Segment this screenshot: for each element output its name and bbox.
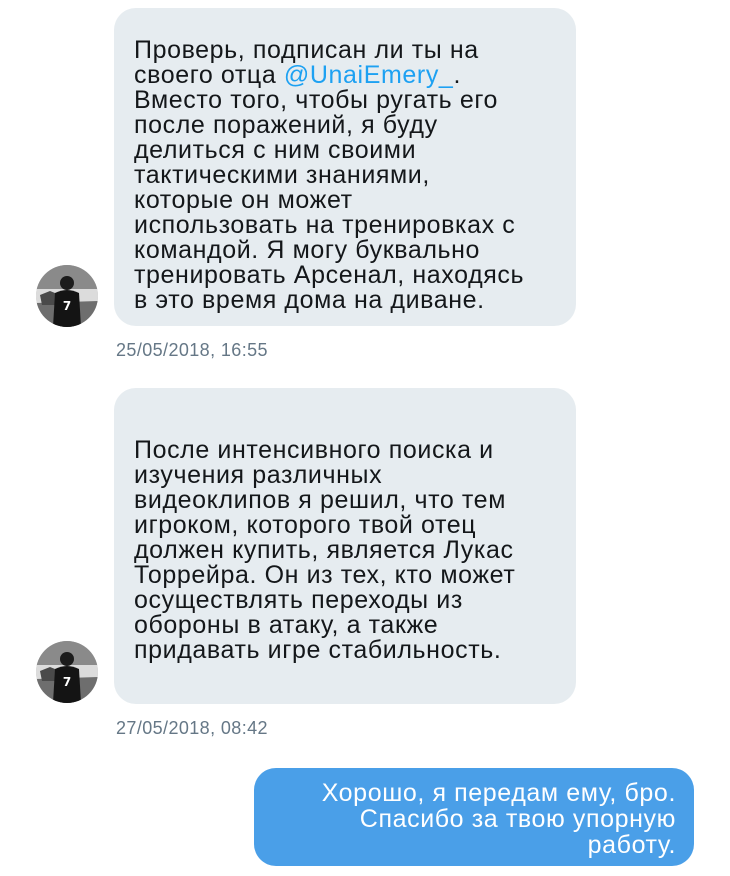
mention-link[interactable]: @UnaiEmery_ <box>284 61 454 89</box>
message-timestamp: 27/05/2018, 08:42 <box>116 718 268 738</box>
outgoing-message-bubble: Хорошо, я передам ему, бро. Спасибо за т… <box>254 768 694 866</box>
player-number-7-avatar-icon: 7 <box>36 641 98 703</box>
message-timestamp: 25/05/2018, 16:55 <box>116 340 268 360</box>
incoming-message-bubble: После интенсивного поиска и изучения раз… <box>114 388 576 704</box>
message-text: Хорошо, я передам ему, бро. Спасибо за т… <box>321 779 676 859</box>
sender-avatar[interactable]: 7 <box>36 265 98 327</box>
incoming-message-bubble: Проверь, подписан ли ты на своего отца @… <box>114 8 576 326</box>
sender-avatar[interactable]: 7 <box>36 641 98 703</box>
message-text-part: . Вместо того, чтобы ругать его после по… <box>134 61 525 314</box>
svg-text:7: 7 <box>63 675 71 689</box>
message-text: После интенсивного поиска и изучения раз… <box>134 436 516 664</box>
svg-text:7: 7 <box>63 299 71 313</box>
message-text: Проверь, подписан ли ты на своего отца @… <box>134 38 562 313</box>
player-number-7-avatar-icon: 7 <box>36 265 98 327</box>
